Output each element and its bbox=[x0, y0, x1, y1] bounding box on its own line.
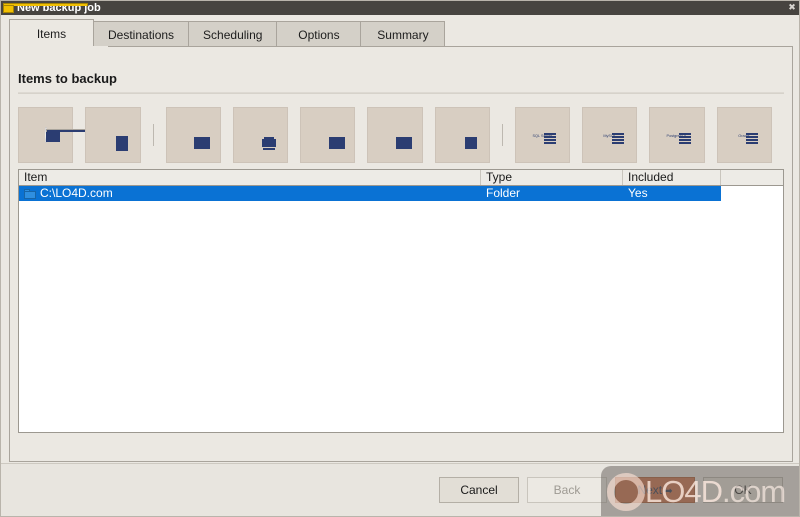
tab-bar: Items Destinations Scheduling Options Summar… bbox=[1, 15, 799, 47]
add-oracle-button[interactable]: Oracle bbox=[716, 107, 772, 163]
table-row[interactable]: C:\LO4D.com Folder Yes bbox=[19, 186, 783, 201]
tab-scheduling[interactable]: Scheduling bbox=[188, 21, 278, 47]
ok-button[interactable]: OK bbox=[703, 477, 783, 503]
add-exchange-button[interactable] bbox=[434, 107, 490, 163]
page-title: Items to backup bbox=[18, 71, 117, 86]
tab-label: Destinations bbox=[108, 28, 175, 42]
toolbar-button-caption: Oracle bbox=[738, 133, 750, 138]
dialog-footer: Cancel Back Next ➡ OK bbox=[1, 463, 799, 516]
tab-summary[interactable]: Summary bbox=[360, 21, 446, 47]
tab-destinations[interactable]: Destinations bbox=[93, 21, 190, 47]
tab-label: Summary bbox=[377, 28, 429, 42]
cell-item: C:\LO4D.com bbox=[19, 186, 481, 201]
tab-label: Items bbox=[36, 27, 67, 41]
column-header[interactable]: Type bbox=[481, 170, 623, 185]
list-body: C:\LO4D.com Folder Yes bbox=[19, 186, 783, 201]
add-outlook-button[interactable] bbox=[165, 107, 221, 163]
title-bar: New backup job ✖ bbox=[1, 1, 799, 15]
folder-icon bbox=[24, 188, 36, 199]
add-items-toolbar: SQL Server MySQL PostgreSQL Oracle bbox=[18, 104, 784, 166]
section-divider bbox=[18, 92, 784, 94]
column-header[interactable]: Item bbox=[19, 170, 481, 185]
tab-underline-mask bbox=[21, 46, 108, 48]
items-list[interactable]: Item Type Included C:\LO4D.com Folder Yes bbox=[18, 169, 784, 433]
cell-included: Yes bbox=[623, 186, 721, 201]
arrow-right-icon: ➡ bbox=[664, 486, 673, 497]
column-header[interactable]: Included bbox=[623, 170, 721, 185]
add-registry-button[interactable] bbox=[300, 107, 356, 163]
toolbar-separator bbox=[152, 124, 154, 146]
add-postgresql-button[interactable]: PostgreSQL bbox=[649, 107, 705, 163]
next-button-label: Next bbox=[637, 483, 663, 497]
add-mysql-button[interactable]: MySQL bbox=[582, 107, 638, 163]
toolbar-separator bbox=[501, 124, 503, 146]
items-panel: Items to backup SQL Server MySQL PostgreSQ… bbox=[9, 47, 793, 462]
cancel-button[interactable]: Cancel bbox=[439, 477, 519, 503]
cell-item-label: C:\LO4D.com bbox=[40, 186, 113, 200]
tab-options[interactable]: Options bbox=[276, 21, 362, 47]
close-icon[interactable]: ✖ bbox=[787, 3, 797, 13]
add-application-button[interactable] bbox=[232, 107, 289, 163]
cell-type: Folder bbox=[481, 186, 623, 201]
next-button[interactable]: Next ➡ bbox=[615, 477, 695, 503]
toolbar-button-caption: MySQL bbox=[603, 133, 617, 138]
dialog-window: New backup job ✖ Items Destinations Schedu… bbox=[0, 0, 800, 517]
back-button: Back bbox=[527, 477, 607, 503]
tab-items[interactable]: Items bbox=[9, 19, 94, 47]
folder-search-icon bbox=[44, 127, 131, 143]
list-header: Item Type Included bbox=[19, 170, 783, 186]
add-database-button[interactable] bbox=[367, 107, 423, 163]
cell-spacer bbox=[721, 186, 783, 201]
add-sqlserver-button[interactable]: SQL Server bbox=[514, 107, 571, 163]
tab-label: Scheduling bbox=[203, 28, 263, 42]
add-file-button[interactable] bbox=[85, 107, 141, 163]
column-header[interactable] bbox=[721, 170, 783, 185]
tab-label: Options bbox=[298, 28, 340, 42]
toolbar-button-caption: SQL Server bbox=[532, 133, 553, 138]
add-folder-button[interactable] bbox=[18, 107, 131, 163]
window-folder-icon bbox=[3, 3, 88, 13]
toolbar-button-caption: PostgreSQL bbox=[666, 133, 688, 138]
